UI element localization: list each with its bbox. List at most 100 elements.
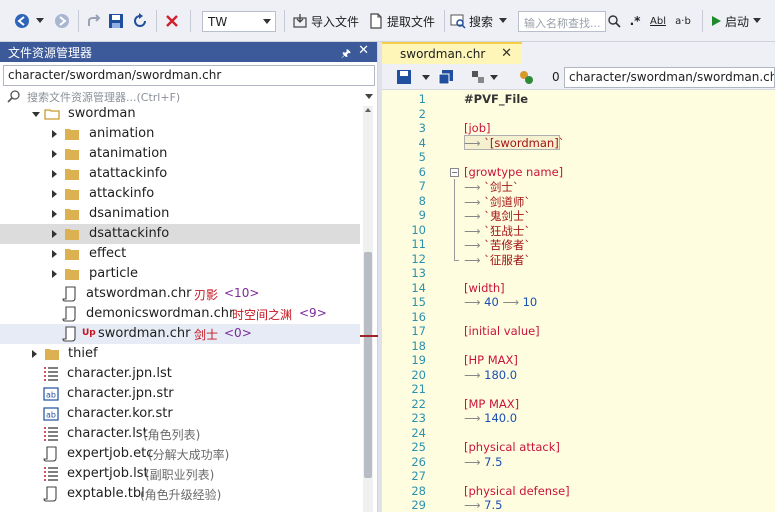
line-number: 8 <box>418 193 426 208</box>
code-editor[interactable]: 1 2 3 4 5 6 7 8 9 10 11 12 13 14 15 16 17 18 19 20 21 22 23 24 2… <box>382 90 775 512</box>
chevron-down-icon[interactable] <box>490 75 498 81</box>
format-icon[interactable] <box>518 69 534 85</box>
magnifier-icon <box>607 14 621 28</box>
line-number: 6 <box>418 164 426 179</box>
indent-arrow: ⟶ <box>464 411 485 425</box>
tree-folder-atattackinfo[interactable]: atattackinfo <box>0 164 360 184</box>
code-line: [physical defense] <box>464 484 570 498</box>
import-file-button[interactable]: 导入文件 <box>292 10 362 32</box>
pin-icon[interactable]: 🖈 <box>341 45 351 64</box>
tree-label: demonicswordman.chr <box>86 306 235 321</box>
tree-folder-dsanimation[interactable]: dsanimation <box>0 204 360 224</box>
explorer-scrollbar[interactable] <box>363 106 373 512</box>
extract-file-button[interactable]: 提取文件 <box>368 10 438 32</box>
tree-file-character-lst[interactable]: character.lst (角色列表) <box>0 424 360 444</box>
expand-icon[interactable] <box>52 150 57 158</box>
tree-file-character-jpn-str[interactable]: ab character.jpn.str <box>0 384 360 404</box>
tree-file-demonicswordman[interactable]: demonicswordman.chr 时空间之渊 <9> <box>0 304 360 324</box>
scrollbar-thumb[interactable] <box>364 252 372 478</box>
list-file-icon <box>44 427 58 441</box>
collapse-icon[interactable] <box>32 112 40 117</box>
back-history-dropdown[interactable] <box>34 10 46 32</box>
indent-arrow: ⟶ <box>498 295 523 309</box>
tree-folder-attackinfo[interactable]: attackinfo <box>0 184 360 204</box>
run-button[interactable]: 启动 <box>710 10 774 32</box>
regex-toggle[interactable]: .* <box>626 10 644 32</box>
tree-file-atswordman[interactable]: atswordman.chr 刃影 <10> <box>0 284 360 304</box>
expand-icon[interactable] <box>32 350 37 358</box>
scroll-up-icon[interactable] <box>365 108 371 112</box>
expand-icon[interactable] <box>52 190 57 198</box>
tree-file-exptable-tbl[interactable]: exptable.tbl (角色升级经验) <box>0 484 360 504</box>
section-tag: [physical attack] <box>464 440 560 454</box>
toolbar-separator <box>702 10 703 32</box>
redirect-button[interactable] <box>84 10 104 32</box>
tree-file-character-jpn-lst[interactable]: character.jpn.lst <box>0 364 360 384</box>
close-icon[interactable]: ✕ <box>358 43 369 58</box>
collapse-icon[interactable]: − <box>450 167 459 177</box>
search-input[interactable]: 输入名称查找... <box>518 11 606 32</box>
tools-icon[interactable] <box>470 69 486 85</box>
explorer-search-placeholder: 搜索文件资源管理器...(Ctrl+F) <box>27 91 181 104</box>
region-select[interactable]: TW <box>202 11 276 32</box>
save-button[interactable] <box>106 10 126 32</box>
tree-folder-swordman[interactable]: swordman <box>0 106 360 124</box>
line-number: 5 <box>418 150 426 164</box>
editor-path-input[interactable]: character/swordman/swordman.chr <box>564 67 775 88</box>
toolbar-separator <box>156 10 157 32</box>
toolbar-separator <box>284 10 285 32</box>
tree-folder-animation[interactable]: animation <box>0 124 360 144</box>
expand-icon[interactable] <box>52 250 57 258</box>
delete-button[interactable] <box>162 10 182 32</box>
number-value: 40 <box>484 295 499 309</box>
fold-guide <box>454 179 455 260</box>
tree-file-expertjob-lst[interactable]: expertjob.lst (副职业列表) <box>0 464 360 484</box>
tree-file-character-kor-str[interactable]: ab character.kor.str <box>0 404 360 424</box>
section-tag: [width] <box>464 280 505 295</box>
code-line: ⟶ 140.0 <box>464 411 517 425</box>
expand-icon[interactable] <box>52 230 57 238</box>
explorer-search[interactable]: 搜索文件资源管理器...(Ctrl+F) <box>3 88 375 106</box>
save-all-icon[interactable] <box>438 69 454 85</box>
back-button[interactable] <box>12 10 32 32</box>
section-tag: [initial value] <box>464 324 540 338</box>
expand-icon[interactable] <box>52 170 57 178</box>
svg-text:ab: ab <box>46 411 56 420</box>
indent-arrow: ⟶ <box>464 295 485 309</box>
line-number: 1 <box>418 92 426 106</box>
expand-icon[interactable] <box>52 130 57 138</box>
document-icon <box>370 13 382 29</box>
tree-file-expertjob-etc[interactable]: expertjob.etc (分解大成功率) <box>0 444 360 464</box>
expand-icon[interactable] <box>52 270 57 278</box>
forward-button[interactable] <box>52 10 72 32</box>
number-value: 180.0 <box>484 367 518 382</box>
indent-arrow: ⟶ <box>464 367 485 382</box>
close-tab-icon[interactable]: ✕ <box>501 46 512 61</box>
tree-folder-thief[interactable]: thief <box>0 344 360 364</box>
tree-folder-particle[interactable]: particle <box>0 264 360 284</box>
file-header: #PVF_File <box>464 92 529 106</box>
open-folder-icon <box>44 109 60 120</box>
explorer-path-input[interactable]: character/swordman/swordman.chr <box>3 65 375 86</box>
search-mode-button[interactable]: 搜索 <box>450 10 512 32</box>
match-case-toggle[interactable]: Abl <box>648 10 668 32</box>
search-go-button[interactable] <box>606 10 622 32</box>
tree-folder-effect[interactable]: effect <box>0 244 360 264</box>
refresh-button[interactable] <box>130 10 150 32</box>
list-file-icon <box>44 367 58 381</box>
chevron-down-icon[interactable] <box>422 75 430 81</box>
save-disk-icon[interactable] <box>396 69 412 85</box>
code-line: [width] <box>464 281 505 295</box>
expand-icon[interactable] <box>52 210 57 218</box>
line-number-gutter: 1 2 3 4 5 6 7 8 9 10 11 12 13 14 15 16 17 18 19 20 21 22 23 24 2… <box>382 90 444 512</box>
chevron-down-icon <box>499 18 508 23</box>
job-name-tag: 刃影 <box>194 288 219 302</box>
editor-tab-swordman[interactable]: swordman.chr ✕ <box>382 42 522 64</box>
chevron-down-icon[interactable] <box>365 94 373 99</box>
whole-word-toggle[interactable]: a·b <box>672 10 694 32</box>
tree-folder-atanimation[interactable]: atanimation <box>0 144 360 164</box>
line-number: 7 <box>418 179 426 193</box>
tree-file-swordman[interactable]: Up swordman.chr 剑士 <0> <box>0 324 360 344</box>
fold-end-tick <box>454 260 459 261</box>
tree-folder-dsattackinfo[interactable]: dsattackinfo <box>0 224 360 244</box>
